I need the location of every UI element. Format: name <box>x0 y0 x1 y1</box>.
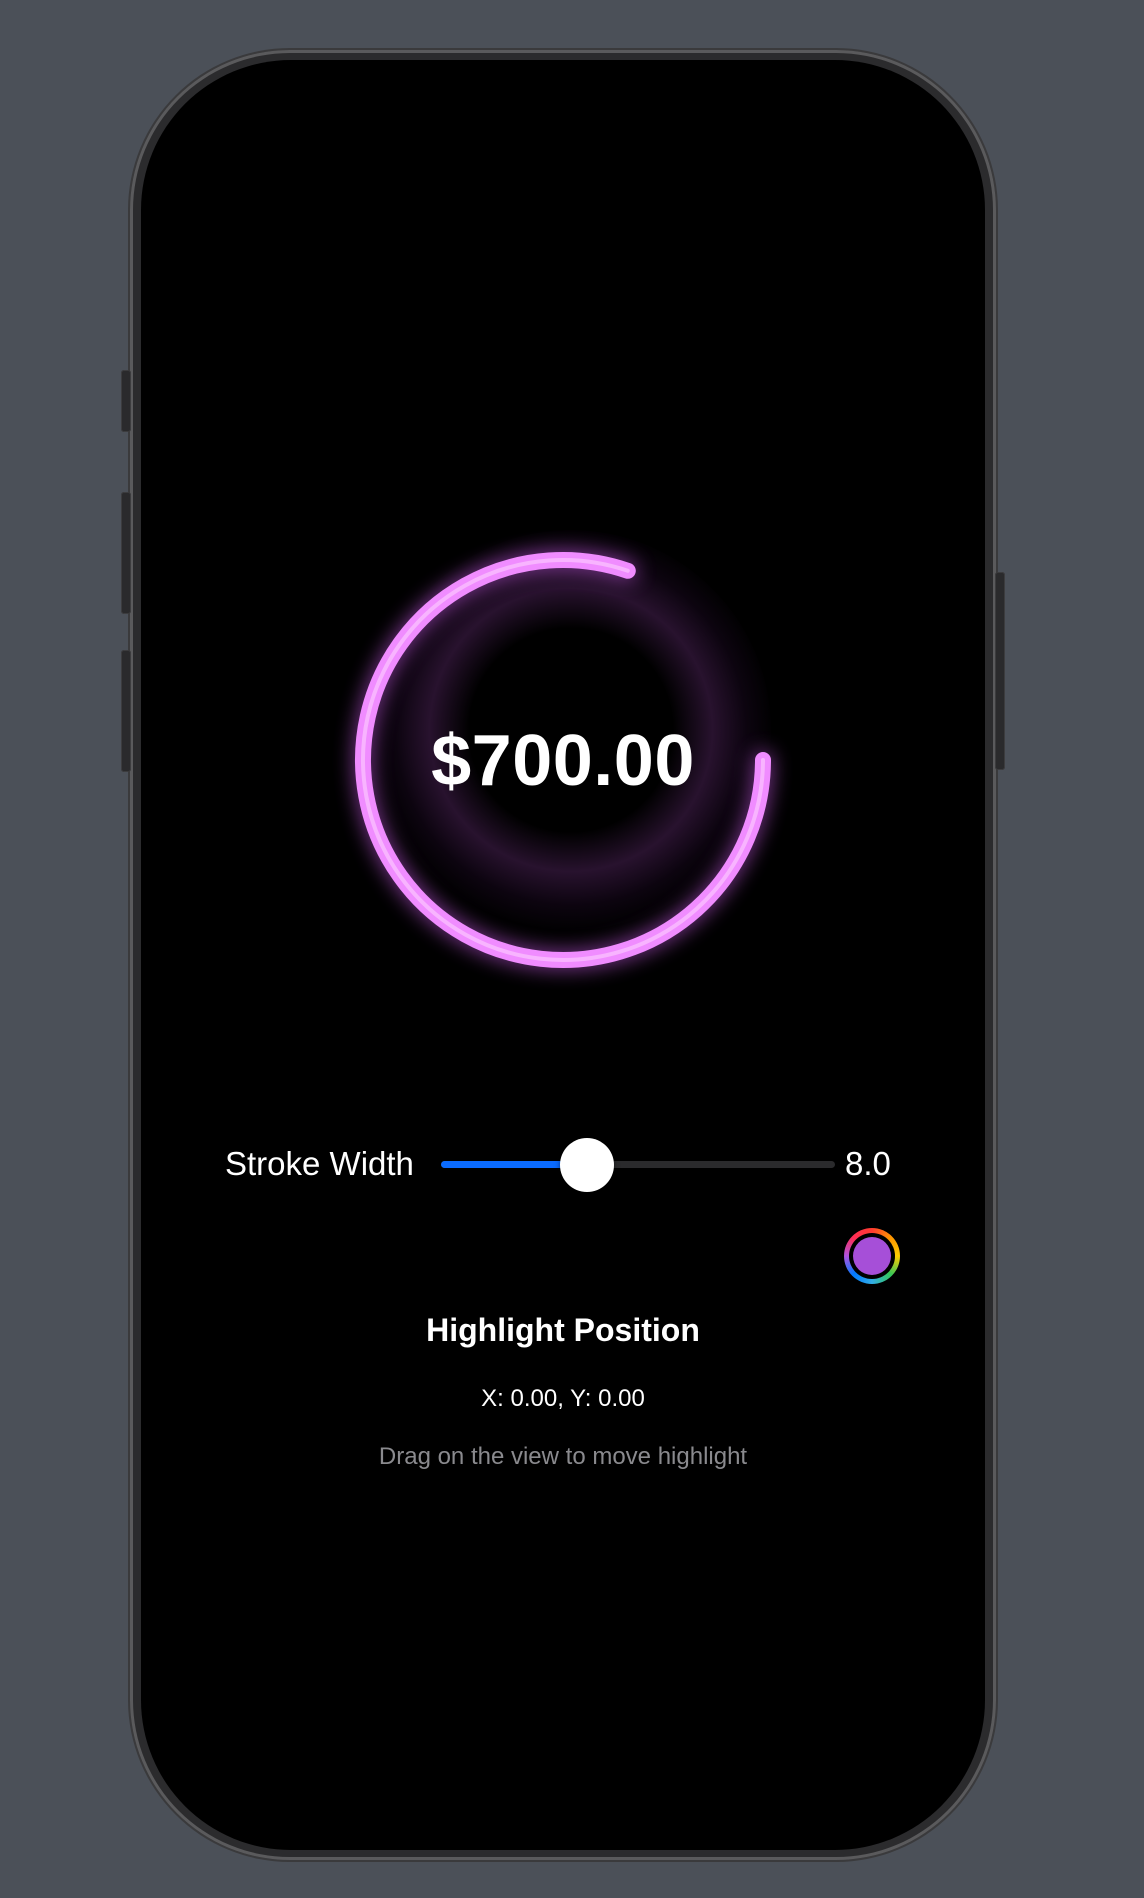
volume-down-button <box>121 650 131 772</box>
highlight-coordinates: X: 0.00, Y: 0.00 <box>481 1385 645 1412</box>
power-button <box>995 572 1005 770</box>
highlight-position-title: Highlight Position <box>426 1312 700 1348</box>
selected-color-swatch <box>853 1237 891 1275</box>
volume-up-button <box>121 492 131 614</box>
drag-hint: Drag on the view to move highlight <box>378 1443 748 1470</box>
slider-thumb[interactable] <box>560 1138 614 1192</box>
stroke-width-slider[interactable] <box>441 1138 835 1192</box>
app-screen[interactable]: $700.00 Stroke Width 8.0 Highlight Posit… <box>141 60 985 1850</box>
color-well-ring <box>849 1233 895 1279</box>
progress-ring[interactable] <box>141 60 985 1060</box>
color-well-icon[interactable] <box>844 1228 900 1284</box>
silent-switch <box>121 370 131 432</box>
amount-label: $700.00 <box>431 721 695 801</box>
stroke-width-label: Stroke Width <box>225 1145 414 1182</box>
stroke-width-value: 8.0 <box>845 1145 891 1182</box>
